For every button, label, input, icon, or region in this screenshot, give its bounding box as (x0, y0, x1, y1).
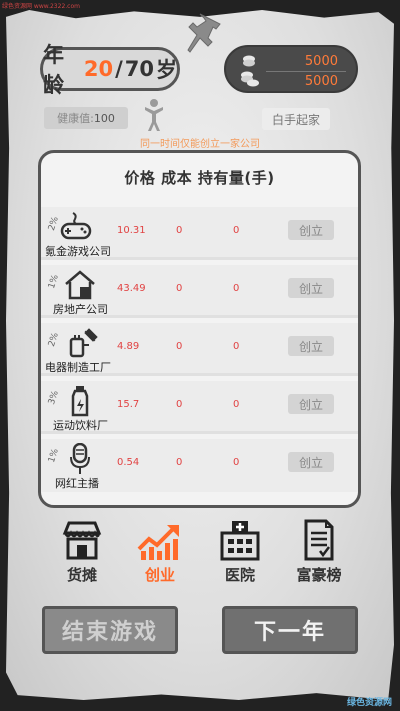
found-button[interactable]: 创立 (288, 394, 334, 414)
money-value-2: 5000 (304, 74, 338, 89)
company-holdings: 0 (233, 283, 240, 294)
leaderboard-icon (304, 519, 334, 561)
found-button[interactable]: 创立 (288, 278, 334, 298)
age-separator: / (115, 57, 123, 81)
company-name: 运动饮料厂 (53, 419, 108, 432)
microphone-icon (70, 443, 90, 474)
money-value-1: 5000 (304, 54, 338, 69)
company-row-streamer: 1% 网红主播 0.54 0 0 创立 (41, 439, 358, 492)
nav-label: 货摊 (66, 566, 97, 584)
nav-label: 医院 (224, 566, 255, 584)
health-value: 100 (93, 111, 115, 125)
nav-stall[interactable]: 货摊 (52, 519, 112, 585)
money-divider (266, 71, 346, 72)
company-holdings: 0 (233, 457, 240, 468)
company-row-appliance: 2% 电器制造工厂 4.89 0 0 创立 (41, 323, 358, 376)
company-row-drink: 3% 运动饮料厂 15.7 0 0 创立 (41, 381, 358, 434)
nav-label: 富豪榜 (296, 566, 342, 584)
company-row-game: 2% 氪金游戏公司 10.31 0 0 创立 (41, 207, 358, 260)
company-holdings: 0 (233, 341, 240, 352)
appliance-icon (69, 328, 98, 358)
found-button[interactable]: 创立 (288, 336, 334, 356)
end-game-button[interactable]: 结束游戏 (42, 606, 178, 654)
company-cost: 0 (176, 399, 183, 410)
company-name: 氪金游戏公司 (45, 245, 111, 258)
start-from-scratch-tag[interactable]: 白手起家 (262, 108, 330, 130)
house-icon (65, 270, 95, 300)
row-percent: 1% (47, 273, 61, 291)
header-holdings: 持有量(手) (197, 169, 275, 187)
company-cost: 0 (176, 225, 183, 236)
watermark-top: 绿色资源网 www.2322.com (2, 3, 80, 10)
company-price: 43.49 (117, 283, 146, 294)
age-display: 年龄 20 / 70 岁 (40, 43, 180, 97)
watermark-bottom: 绿色资源网 (346, 698, 392, 708)
nav-startup[interactable]: 创业 (130, 519, 190, 585)
age-unit: 岁 (156, 58, 177, 82)
next-year-button[interactable]: 下一年 (222, 606, 358, 654)
age-current: 20 (83, 57, 114, 81)
company-holdings: 0 (233, 399, 240, 410)
company-name: 网红主播 (55, 477, 99, 490)
found-button[interactable]: 创立 (288, 220, 334, 240)
person-icon (145, 99, 163, 131)
age-label: 年龄 (43, 43, 64, 97)
money-display: 5000 5000 (224, 45, 358, 93)
company-cost: 0 (176, 283, 183, 294)
row-percent: 1% (47, 447, 61, 465)
growth-chart-icon (137, 525, 179, 560)
company-price: 4.89 (117, 341, 140, 352)
company-row-realestate: 1% 房地产公司 43.49 0 0 创立 (41, 265, 358, 318)
company-name: 房地产公司 (53, 303, 108, 316)
company-panel: 价格 成本 持有量(手) 2% 氪金游戏公司 10.31 0 0 创立 1% 房… (38, 150, 361, 508)
coins-icon (241, 55, 259, 87)
company-price: 10.31 (117, 225, 146, 236)
pushpin-icon (187, 13, 221, 53)
row-percent: 3% (47, 389, 61, 407)
stall-icon (62, 521, 102, 560)
company-price: 15.7 (117, 399, 140, 410)
one-company-notice: 同一时间仅能创立一家公司 (140, 139, 260, 150)
nav-hospital[interactable]: 医院 (210, 519, 270, 585)
company-price: 0.54 (117, 457, 140, 468)
health-display: 健康值: 100 (44, 107, 128, 129)
gamepad-icon (60, 212, 92, 240)
bottle-icon (71, 386, 89, 417)
company-cost: 0 (176, 341, 183, 352)
header-cost: 成本 (161, 169, 193, 187)
nav-leaderboard[interactable]: 富豪榜 (288, 519, 350, 585)
company-name: 电器制造工厂 (45, 361, 111, 374)
company-cost: 0 (176, 457, 183, 468)
row-percent: 2% (47, 331, 61, 349)
health-label: 健康值: (57, 112, 94, 125)
found-button[interactable]: 创立 (288, 452, 334, 472)
header-price: 价格 (124, 169, 156, 187)
company-holdings: 0 (233, 225, 240, 236)
age-max: 70 (124, 57, 154, 81)
table-header: 价格 成本 持有量(手) (41, 167, 358, 188)
hospital-icon (220, 521, 260, 561)
nav-label: 创业 (144, 566, 175, 584)
